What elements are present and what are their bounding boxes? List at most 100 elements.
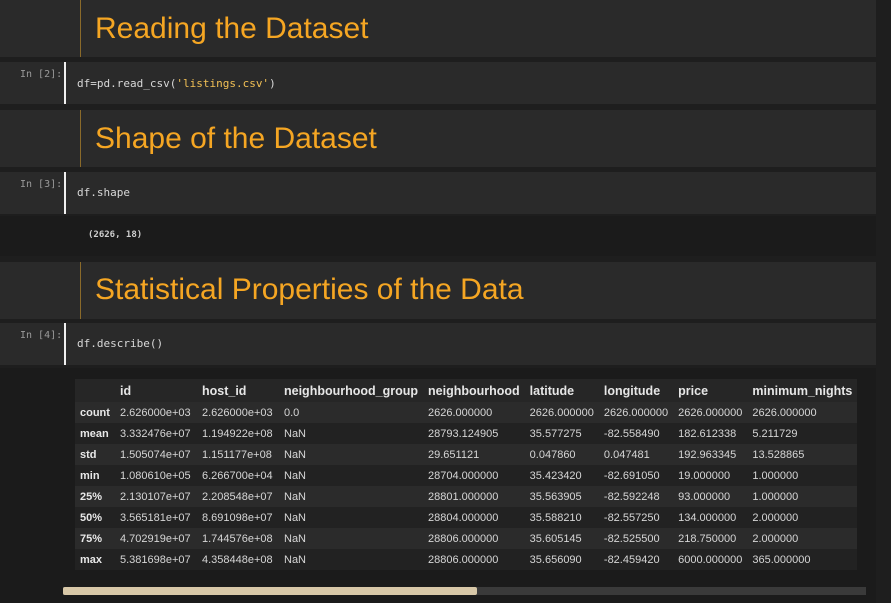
code-input[interactable]: df.describe() [77,337,163,350]
row-index-label: count [75,402,115,423]
table-cell: 28704.000000 [423,465,525,486]
table-cell: 4.358448e+08 [197,549,279,570]
row-index-label: max [75,549,115,570]
horizontal-scrollbar-thumb[interactable] [63,587,477,595]
table-cell: 2626.000000 [673,402,748,423]
table-cell: 2.208548e+07 [197,486,279,507]
column-header: id [115,379,197,402]
cell-focus-bar [64,172,66,214]
table-cell: 35.605145 [524,528,599,549]
cell-prompt: In [2]: [20,69,63,80]
table-cell: 2626.000000 [524,402,599,423]
table-cell: 6.266700e+04 [197,465,279,486]
table-cell: 1.151177e+08 [197,444,279,465]
table-cell: NaN [279,465,424,486]
table-cell: 29.651121 [423,444,525,465]
code-cell-describe[interactable]: In [4]: df.describe() [0,323,876,365]
code-token: df=pd.read_csv( [77,77,177,90]
table-cell: 8.691098e+07 [197,507,279,528]
table-cell: -82.691050 [598,465,674,486]
table-cell: 28804.000000 [423,507,525,528]
table-cell: NaN [279,444,424,465]
table-cell: 2.626000e+03 [115,402,197,423]
code-input[interactable]: df=pd.read_csv('listings.csv') [77,77,276,90]
heading-rule [80,262,81,319]
cell-prompt: In [3]: [20,179,63,190]
table-cell: NaN [279,528,424,549]
table-cell: 2.000000 [747,507,858,528]
table-cell: 6000.000000 [673,549,748,570]
output-text: (2626, 18) [88,230,143,240]
table-cell: NaN [279,423,424,444]
table-cell: 0.0 [279,402,424,423]
row-index-label: min [75,465,115,486]
table-cell: 35.577275 [524,423,599,444]
section-heading-reading: Reading the Dataset [95,12,369,45]
table-cell: 192.963345 [673,444,748,465]
page-scrollbar[interactable] [876,0,891,603]
table-cell: 0.047860 [524,444,599,465]
table-cell: -82.525500 [598,528,674,549]
heading-rule [80,0,81,57]
markdown-cell-reading[interactable]: Reading the Dataset [0,0,876,57]
table-cell: 2.000000 [747,528,858,549]
table-cell: 1.194922e+08 [197,423,279,444]
column-header: host_id [197,379,279,402]
table-cell: 35.588210 [524,507,599,528]
column-header: price [673,379,748,402]
table-cell: NaN [279,549,424,570]
cell-prompt: In [4]: [20,330,63,341]
markdown-cell-shape[interactable]: Shape of the Dataset [0,110,876,167]
row-index-label: mean [75,423,115,444]
table-cell: 5.211729 [747,423,858,444]
table-cell: 2.130107e+07 [115,486,197,507]
code-string-token: 'listings.csv' [176,77,270,90]
code-input[interactable]: df.shape [77,186,130,199]
table-cell: 28801.000000 [423,486,525,507]
table-cell: 35.563905 [524,486,599,507]
cell-focus-bar [64,323,66,365]
table-row: 75% 4.702919e+07 1.744576e+08 NaN 28806.0000… [75,528,858,549]
describe-table: id host_id neighbourhood_group neighbour… [75,379,858,570]
table-row: mean 3.332476e+07 1.194922e+08 NaN 28793.124… [75,423,858,444]
column-header: minimum_nights [747,379,858,402]
row-index-label: 25% [75,486,115,507]
section-heading-statistics: Statistical Properties of the Data [95,273,524,306]
code-token: ) [269,77,276,90]
row-index-label: 50% [75,507,115,528]
table-cell: -82.557250 [598,507,674,528]
code-cell-read-csv[interactable]: In [2]: df=pd.read_csv('listings.csv') [0,62,876,104]
table-cell: 1.000000 [747,486,858,507]
column-header: longitude [598,379,674,402]
table-row: min 1.080610e+05 6.266700e+04 NaN 28704.0000… [75,465,858,486]
table-cell: 28806.000000 [423,549,525,570]
table-row: count 2.626000e+03 2.626000e+03 0.0 2626.000… [75,402,858,423]
table-cell: -82.558490 [598,423,674,444]
table-cell: 35.656090 [524,549,599,570]
table-cell: 1.080610e+05 [115,465,197,486]
table-cell: 365.000000 [747,549,858,570]
table-row: 50% 3.565181e+07 8.691098e+07 NaN 28804.0000… [75,507,858,528]
table-cell: 3.332476e+07 [115,423,197,444]
markdown-cell-statistics[interactable]: Statistical Properties of the Data [0,262,876,319]
table-cell: 3.565181e+07 [115,507,197,528]
table-cell: 13.528865 [747,444,858,465]
table-row: 25% 2.130107e+07 2.208548e+07 NaN 28801.0000… [75,486,858,507]
table-cell: 2.626000e+03 [197,402,279,423]
section-heading-shape: Shape of the Dataset [95,122,377,155]
index-header [75,379,115,402]
table-cell: 1.000000 [747,465,858,486]
output-area-shape: (2626, 18) [0,216,876,256]
column-header: neighbourhood [423,379,525,402]
table-cell: 182.612338 [673,423,748,444]
table-cell: 19.000000 [673,465,748,486]
table-cell: 2626.000000 [423,402,525,423]
table-header-row: id host_id neighbourhood_group neighbour… [75,379,858,402]
table-cell: 0.047481 [598,444,674,465]
cell-focus-bar [64,62,66,104]
table-cell: 28793.124905 [423,423,525,444]
table-row: std 1.505074e+07 1.151177e+08 NaN 29.651121 0… [75,444,858,465]
table-cell: 4.702919e+07 [115,528,197,549]
table-row: max 5.381698e+07 4.358448e+08 NaN 28806.0000… [75,549,858,570]
code-cell-shape[interactable]: In [3]: df.shape [0,172,876,214]
